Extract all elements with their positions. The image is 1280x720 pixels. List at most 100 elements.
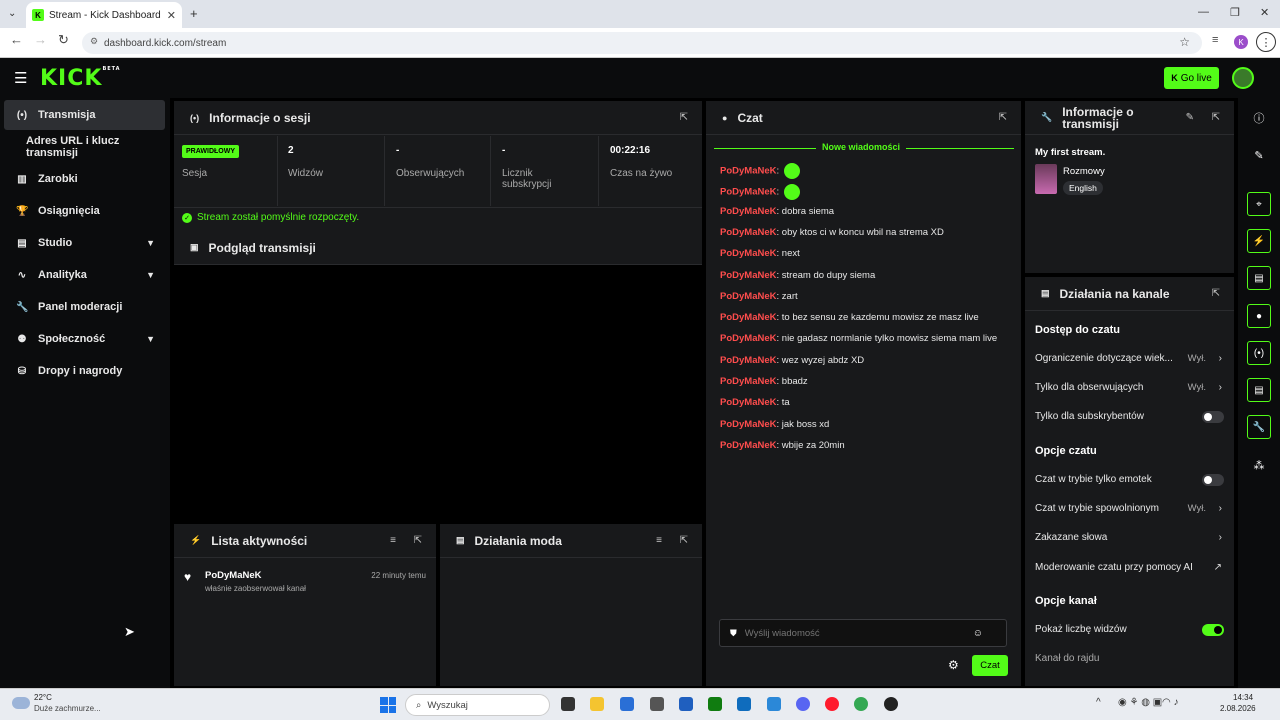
outlook-icon[interactable]: [737, 697, 751, 711]
kick-logo[interactable]: KICKBETA: [40, 66, 121, 91]
sidebar-item-spolecznosc[interactable]: ⚉ Społeczność ▼: [4, 324, 165, 354]
chat-send-button[interactable]: Czat: [972, 655, 1008, 676]
discord-icon[interactable]: [796, 697, 810, 711]
xbox-icon[interactable]: [708, 697, 722, 711]
popout-icon[interactable]: ⇱: [1212, 288, 1220, 299]
broadcast-icon[interactable]: (•): [1247, 341, 1271, 365]
sidebar-item-panel-moderacji[interactable]: 🔧 Panel moderacji: [4, 292, 165, 322]
preview-title: Podgląd transmisji: [208, 240, 316, 255]
app-icon[interactable]: [767, 697, 781, 711]
ai-moderation-row[interactable]: Moderowanie czatu przy pomocy AI ↗: [1035, 562, 1224, 573]
info-icon[interactable]: ⓘ: [1247, 106, 1271, 130]
sidebar-item-zarobki[interactable]: ▥ Zarobki: [4, 164, 165, 194]
opera-icon[interactable]: [825, 697, 839, 711]
browser-tab-bar: ⌄ K Stream - Kick Dashboard ✕ + — ❐ ✕: [0, 0, 1280, 28]
windows-start-icon[interactable]: [380, 697, 396, 713]
popout-icon[interactable]: ⇱: [1212, 112, 1220, 123]
tray-chevron-icon[interactable]: ^: [1096, 697, 1101, 708]
chat-username[interactable]: PoDyMaNeK: [720, 397, 777, 408]
slow-mode-row[interactable]: Czat w trybie spowolnionym Wył. ›: [1035, 503, 1224, 514]
document-icon[interactable]: ▤: [1247, 266, 1271, 290]
tray-icons[interactable]: ◉ ⚘ ◍ ▣: [1118, 697, 1162, 708]
chat-username[interactable]: PoDyMaNeK: [720, 440, 777, 451]
chat-username[interactable]: PoDyMaNeK: [720, 312, 777, 323]
app-icon[interactable]: [679, 697, 693, 711]
sidebar-item-osiagniecia[interactable]: 🏆 Osiągnięcia: [4, 196, 165, 226]
filter-icon[interactable]: ≡: [656, 535, 662, 546]
popout-icon[interactable]: ⇱: [680, 535, 688, 546]
browser-tab[interactable]: K Stream - Kick Dashboard ✕: [26, 2, 182, 28]
forward-icon[interactable]: →: [34, 32, 47, 47]
chat-username[interactable]: PoDyMaNeK: [720, 248, 777, 259]
emoji-icon[interactable]: ☺: [973, 628, 983, 639]
shield-icon: ⛊: [730, 627, 737, 638]
chat-username[interactable]: PoDyMaNeK: [720, 333, 777, 344]
bookmark-star-icon[interactable]: ☆: [1179, 35, 1190, 49]
go-live-button[interactable]: K Go live: [1164, 67, 1219, 89]
chat-input[interactable]: ⛊ ☺: [719, 619, 1007, 647]
chat-username[interactable]: PoDyMaNeK: [720, 376, 777, 387]
restore-icon[interactable]: ❐: [1230, 6, 1240, 19]
hamburger-icon[interactable]: ☰: [14, 69, 27, 87]
file-explorer-icon[interactable]: [590, 697, 604, 711]
chat-username[interactable]: PoDyMaNeK: [720, 419, 777, 430]
sidebar-item-studio[interactable]: ▤ Studio ▼: [4, 228, 165, 258]
tab-list-icon[interactable]: ⌄: [8, 8, 16, 19]
sidebar-item-stream-key[interactable]: Adres URL i klucz transmisji: [4, 132, 165, 162]
taskview-icon[interactable]: [561, 697, 575, 711]
ai-moderation-label: Moderowanie czatu przy pomocy AI: [1035, 562, 1193, 573]
emote-only-toggle[interactable]: [1202, 474, 1224, 486]
menu-dots-icon[interactable]: ⋮: [1256, 32, 1276, 52]
show-viewers-toggle[interactable]: [1202, 624, 1224, 636]
popout-icon[interactable]: ⇱: [680, 112, 688, 123]
stream-preview-panel: ▣ Podgląd transmisji: [174, 231, 702, 521]
profile-icon[interactable]: K: [1234, 35, 1248, 49]
popout-icon[interactable]: ⇱: [414, 535, 422, 546]
user-avatar[interactable]: [1232, 67, 1254, 89]
raid-channel-row[interactable]: Kanał do rajdu: [1035, 653, 1224, 664]
network-icon[interactable]: ◠ ♪: [1162, 697, 1179, 708]
chat-username[interactable]: PoDyMaNeK: [720, 166, 777, 177]
chat-username[interactable]: PoDyMaNeK: [720, 206, 777, 217]
obs-icon[interactable]: [884, 697, 898, 711]
followers-only-value: Wył.: [1187, 382, 1206, 393]
server-icon[interactable]: ▤: [1247, 378, 1271, 402]
divider: [490, 136, 491, 206]
followers-only-row[interactable]: Tylko dla obserwujących Wył. ›: [1035, 382, 1224, 393]
bolt-icon[interactable]: ⚡: [1247, 229, 1271, 253]
taskbar-search[interactable]: ⌕ Wyszukaj: [405, 694, 550, 716]
site-info-icon[interactable]: ⚙: [90, 36, 98, 47]
chat-settings-gear-icon[interactable]: ⚙: [948, 658, 959, 672]
sidebar-item-dropy[interactable]: ⛁ Dropy i nagrody: [4, 356, 165, 386]
chrome-icon[interactable]: [854, 697, 868, 711]
media-icon[interactable]: ≡: [1212, 34, 1218, 46]
age-restriction-row[interactable]: Ograniczenie dotyczące wiek... Wył. ›: [1035, 353, 1224, 364]
subs-only-toggle[interactable]: [1202, 411, 1224, 423]
community-icon[interactable]: ⁂: [1247, 453, 1271, 477]
chat-username[interactable]: PoDyMaNeK: [720, 187, 777, 198]
sidebar-item-analityka[interactable]: ∿ Analityka ▼: [4, 260, 165, 290]
back-icon[interactable]: ←: [10, 32, 23, 47]
popout-icon[interactable]: ⇱: [999, 112, 1007, 123]
app-icon[interactable]: [650, 697, 664, 711]
sidebar-item-transmisja[interactable]: (•) Transmisja: [4, 100, 165, 130]
minimize-icon[interactable]: —: [1198, 6, 1209, 18]
chat-message-field[interactable]: [744, 627, 965, 639]
new-tab-icon[interactable]: +: [190, 6, 198, 21]
url-field[interactable]: ⚙ dashboard.kick.com/stream ☆: [82, 32, 1202, 54]
store-icon[interactable]: [620, 697, 634, 711]
filter-icon[interactable]: ≡: [390, 535, 396, 546]
pencil-icon[interactable]: ✎: [1247, 143, 1271, 167]
wrench-icon[interactable]: 🔧: [1247, 415, 1271, 439]
close-tab-icon[interactable]: ✕: [167, 9, 176, 22]
chat-username[interactable]: PoDyMaNeK: [720, 270, 777, 281]
chat-bubble-icon[interactable]: ●: [1247, 304, 1271, 328]
chat-username[interactable]: PoDyMaNeK: [720, 227, 777, 238]
chat-username[interactable]: PoDyMaNeK: [720, 291, 777, 302]
scan-icon[interactable]: ⌖: [1247, 192, 1271, 216]
edit-pencil-icon[interactable]: ✎: [1186, 112, 1194, 123]
banned-words-row[interactable]: Zakazane słowa ›: [1035, 532, 1224, 543]
reload-icon[interactable]: ↻: [58, 32, 69, 48]
chat-username[interactable]: PoDyMaNeK: [720, 355, 777, 366]
close-window-icon[interactable]: ✕: [1260, 6, 1269, 19]
